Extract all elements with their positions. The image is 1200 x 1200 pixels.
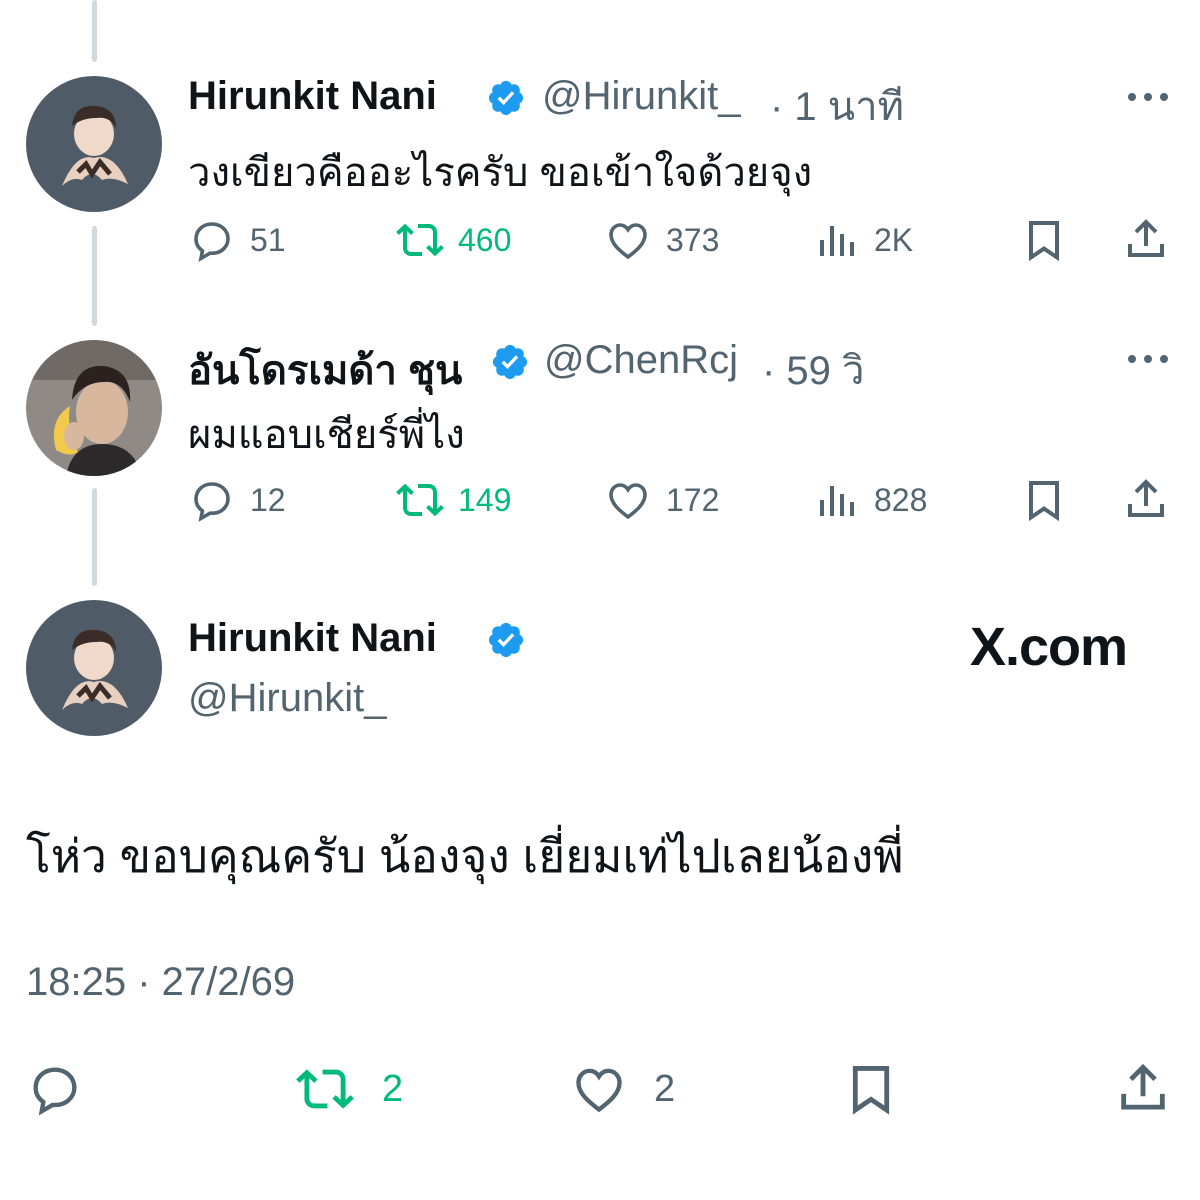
tweet-text: ผมแอบเชียร์พี่ไง <box>188 413 465 457</box>
author-name[interactable]: Hirunkit Nani <box>188 74 437 119</box>
author-name[interactable]: Hirunkit Nani <box>188 616 437 661</box>
avatar[interactable] <box>26 340 162 476</box>
retweet-icon[interactable] <box>396 476 444 524</box>
like-icon[interactable] <box>604 476 652 524</box>
views-icon[interactable] <box>812 476 860 524</box>
like-count: 373 <box>666 222 720 258</box>
share-icon[interactable] <box>1114 1060 1172 1118</box>
verified-badge-icon <box>488 80 524 116</box>
avatar[interactable] <box>26 76 162 212</box>
reply-icon[interactable] <box>188 216 236 264</box>
retweet-icon[interactable] <box>296 1060 354 1118</box>
author-handle[interactable]: @Hirunkit_ <box>188 676 386 721</box>
like-icon[interactable] <box>570 1060 628 1118</box>
share-icon[interactable] <box>1122 216 1170 264</box>
more-icon[interactable] <box>1126 90 1170 104</box>
reply-count: 12 <box>250 482 286 518</box>
bookmark-icon[interactable] <box>1020 216 1068 264</box>
tweet-timestamp[interactable]: 18:25 · 27/2/69 <box>26 960 295 1005</box>
views-count: 828 <box>874 482 928 518</box>
verified-badge-icon <box>492 344 528 380</box>
tweet-time[interactable]: · 1 นาที <box>770 74 904 138</box>
verified-badge-icon <box>488 622 524 658</box>
like-count: 2 <box>654 1068 676 1110</box>
views-icon[interactable] <box>812 216 860 264</box>
reply-icon[interactable] <box>26 1060 84 1118</box>
retweet-icon[interactable] <box>396 216 444 264</box>
x-com-watermark: X.com <box>970 617 1128 677</box>
bookmark-icon[interactable] <box>842 1060 900 1118</box>
tweet-time[interactable]: · 59 วิ <box>762 338 865 402</box>
author-handle[interactable]: @ChenRcj <box>544 338 738 383</box>
views-count: 2K <box>874 222 914 258</box>
more-icon[interactable] <box>1126 352 1170 366</box>
author-name[interactable]: อันโดรเมด้า ชุน <box>188 338 462 402</box>
thread-connector <box>92 488 97 586</box>
author-handle[interactable]: @Hirunkit_ <box>542 74 740 119</box>
retweet-count: 149 <box>458 482 512 518</box>
retweet-count: 2 <box>382 1068 404 1110</box>
reply-count: 51 <box>250 222 286 258</box>
tweet-text: วงเขียวคืออะไรครับ ขอเข้าใจด้วยจุง <box>188 151 813 195</box>
retweet-count: 460 <box>458 222 512 258</box>
tweet-text: โห่ว ขอบคุณครับ น้องจุง เยี่ยมเท่ไปเลยน้… <box>26 830 904 882</box>
thread-connector <box>92 0 97 62</box>
avatar[interactable] <box>26 600 162 736</box>
like-icon[interactable] <box>604 216 652 264</box>
like-count: 172 <box>666 482 720 518</box>
bookmark-icon[interactable] <box>1020 476 1068 524</box>
reply-icon[interactable] <box>188 476 236 524</box>
share-icon[interactable] <box>1122 476 1170 524</box>
thread-connector <box>92 226 97 326</box>
